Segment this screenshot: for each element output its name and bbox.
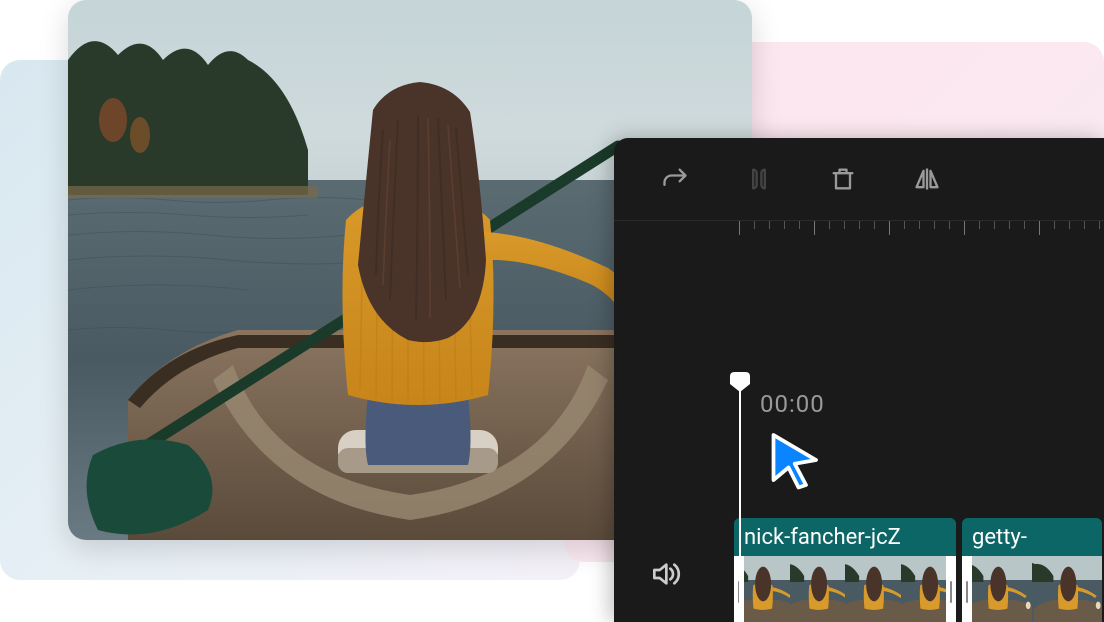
clips-track[interactable]: nick-fancher-jcZ getty- <box>734 518 1104 622</box>
editor-toolbar <box>614 138 1104 220</box>
clip-label: nick-fancher-jcZ <box>734 518 956 556</box>
clip-label: getty- <box>962 518 1102 556</box>
flip-horizontal-button[interactable] <box>910 162 944 196</box>
current-time-label: 00:00 <box>760 390 825 418</box>
clip-trim-handle-left[interactable] <box>962 556 972 622</box>
clip-trim-handle-right[interactable] <box>946 556 956 622</box>
video-clip-2[interactable]: getty- <box>962 518 1102 622</box>
timeline-ruler[interactable] <box>614 220 1104 248</box>
delete-button[interactable] <box>826 162 860 196</box>
clip-thumbnails <box>734 556 956 622</box>
playhead[interactable] <box>739 386 741 622</box>
audio-toggle-button[interactable] <box>649 558 681 594</box>
video-clip-1[interactable]: nick-fancher-jcZ <box>734 518 956 622</box>
split-button[interactable] <box>742 162 776 196</box>
timeline-editor-panel: 00:00 nick-fancher-jcZ getty- <box>614 138 1104 622</box>
cursor-pointer-icon <box>766 430 826 494</box>
clip-thumbnails <box>962 556 1102 622</box>
redo-button[interactable] <box>658 162 692 196</box>
